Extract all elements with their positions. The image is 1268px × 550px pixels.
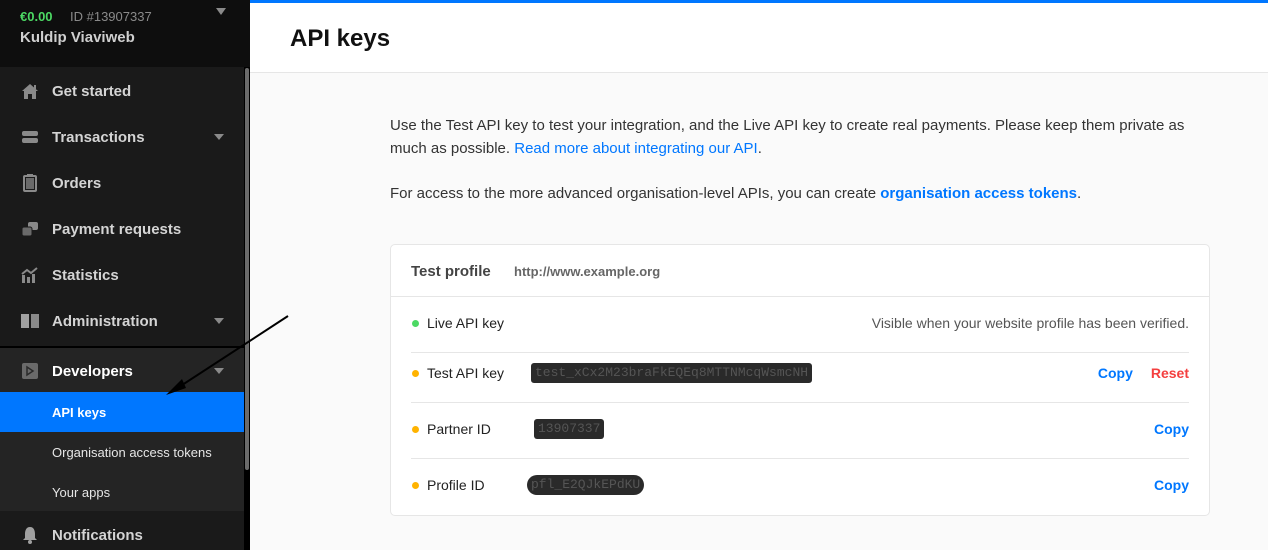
sidebar-subitem-label: Your apps: [52, 484, 111, 500]
copy-partner-id-button[interactable]: Copy: [1154, 421, 1189, 437]
copy-profile-id-button[interactable]: Copy: [1154, 477, 1189, 493]
payment-requests-icon: [21, 220, 39, 238]
account-balance: €0.00: [20, 9, 53, 24]
profile-id-row: Profile ID pfl_E2QJkEPdKU Copy: [411, 459, 1189, 515]
key-text: test_xCx2M23braFkEQEq8MTTNMcqWsmcNH: [535, 365, 809, 380]
sidebar-item-label: Notifications: [52, 526, 143, 544]
chevron-down-icon: [214, 134, 224, 140]
live-api-key-row: Live API key Visible when your website p…: [411, 297, 1189, 353]
sidebar-item-orders[interactable]: Orders: [0, 160, 244, 206]
read-more-link[interactable]: Read more about integrating our API: [514, 140, 758, 157]
sidebar-subitem-label: API keys: [52, 404, 107, 420]
row-label: Live API key: [427, 315, 505, 331]
profile-name: Test profile: [411, 263, 491, 280]
sidebar-item-label: Administration: [52, 312, 158, 330]
sidebar-item-label: Statistics: [52, 266, 119, 284]
row-label: Test API key: [427, 365, 505, 381]
intro-paragraph: Use the Test API key to test your integr…: [390, 114, 1210, 160]
profile-id-value[interactable]: pfl_E2QJkEPdKU: [527, 475, 645, 495]
sidebar-subitem-your-apps[interactable]: Your apps: [0, 472, 244, 512]
sidebar: €0.00 ID #13907337 Kuldip Viaviweb Get s…: [0, 0, 250, 550]
bell-icon: [21, 526, 39, 544]
sidebar-item-administration[interactable]: Administration: [0, 298, 244, 344]
sidebar-subitem-api-keys[interactable]: API keys: [0, 392, 244, 432]
test-api-key-row: Test API key test_xCx2M23braFkEQEq8MTTNM…: [411, 347, 1189, 403]
row-note: Visible when your website profile has be…: [871, 315, 1189, 331]
sidebar-subitem-label: Organisation access tokens: [52, 444, 212, 460]
profile-url: http://www.example.org: [514, 264, 661, 279]
partner-id-value[interactable]: 13907337: [534, 419, 605, 439]
key-text: 13907337: [538, 421, 601, 436]
account-id: ID #13907337: [70, 9, 152, 24]
home-icon: [21, 82, 39, 100]
status-dot-orange: [412, 370, 419, 377]
sidebar-item-transactions[interactable]: Transactions: [0, 114, 244, 160]
chevron-down-icon: [214, 318, 224, 324]
organisation-access-tokens-link[interactable]: organisation access tokens: [880, 185, 1077, 202]
row-actions: Copy: [1154, 477, 1189, 493]
sidebar-item-get-started[interactable]: Get started: [0, 68, 244, 114]
transactions-icon: [21, 128, 39, 146]
intro-paragraph: For access to the more advanced organisa…: [390, 182, 1210, 205]
status-dot-green: [412, 320, 419, 327]
chevron-down-icon: [214, 368, 224, 374]
row-actions: Copy Reset: [1098, 365, 1189, 381]
book-icon: [21, 312, 39, 330]
key-text: pfl_E2QJkEPdKU: [531, 477, 641, 492]
page-header: API keys: [250, 3, 1268, 73]
sidebar-subitem-organisation-access-tokens[interactable]: Organisation access tokens: [0, 432, 244, 472]
row-label: Profile ID: [427, 477, 485, 493]
developers-group: Developers API keys Organisation access …: [0, 346, 244, 511]
reset-test-api-key-button[interactable]: Reset: [1151, 365, 1189, 381]
sidebar-item-label: Transactions: [52, 128, 145, 146]
sidebar-item-label: Payment requests: [52, 220, 182, 238]
sidebar-scrollbar-thumb[interactable]: [245, 68, 249, 470]
sidebar-item-payment-requests[interactable]: Payment requests: [0, 206, 244, 252]
profile-card-header: Test profile http://www.example.org: [391, 245, 1209, 297]
profile-card: Test profile http://www.example.org Live…: [390, 244, 1210, 516]
test-api-key-value[interactable]: test_xCx2M23braFkEQEq8MTTNMcqWsmcNH: [531, 363, 813, 383]
row-actions: Copy: [1154, 421, 1189, 437]
status-dot-orange: [412, 426, 419, 433]
sidebar-item-label: Get started: [52, 82, 132, 100]
account-name: Kuldip Viaviweb: [20, 29, 135, 46]
sidebar-nav: Get started Transactions Orders Payment …: [0, 67, 244, 550]
sidebar-item-label: Developers: [52, 362, 133, 380]
clipboard-icon: [21, 174, 39, 192]
sidebar-item-statistics[interactable]: Statistics: [0, 252, 244, 298]
intro-text: Use the Test API key to test your integr…: [390, 114, 1210, 205]
status-dot-orange: [412, 482, 419, 489]
page-title: API keys: [290, 25, 391, 52]
sidebar-item-notifications[interactable]: Notifications: [0, 512, 244, 550]
intro-punctuation: .: [757, 140, 762, 157]
intro-punctuation: .: [1077, 185, 1082, 202]
statistics-icon: [21, 266, 39, 284]
intro-text-1: Use the Test API key to test your integr…: [390, 117, 1185, 157]
sidebar-item-label: Orders: [52, 174, 102, 192]
account-switcher[interactable]: €0.00 ID #13907337 Kuldip Viaviweb: [0, 0, 250, 67]
copy-test-api-key-button[interactable]: Copy: [1098, 365, 1133, 381]
sidebar-item-developers[interactable]: Developers: [0, 348, 244, 394]
intro-text-2: For access to the more advanced organisa…: [390, 185, 881, 202]
partner-id-row: Partner ID 13907337 Copy: [411, 403, 1189, 459]
row-label: Partner ID: [427, 421, 491, 437]
developers-icon: [21, 362, 39, 380]
chevron-down-icon[interactable]: [216, 8, 226, 15]
